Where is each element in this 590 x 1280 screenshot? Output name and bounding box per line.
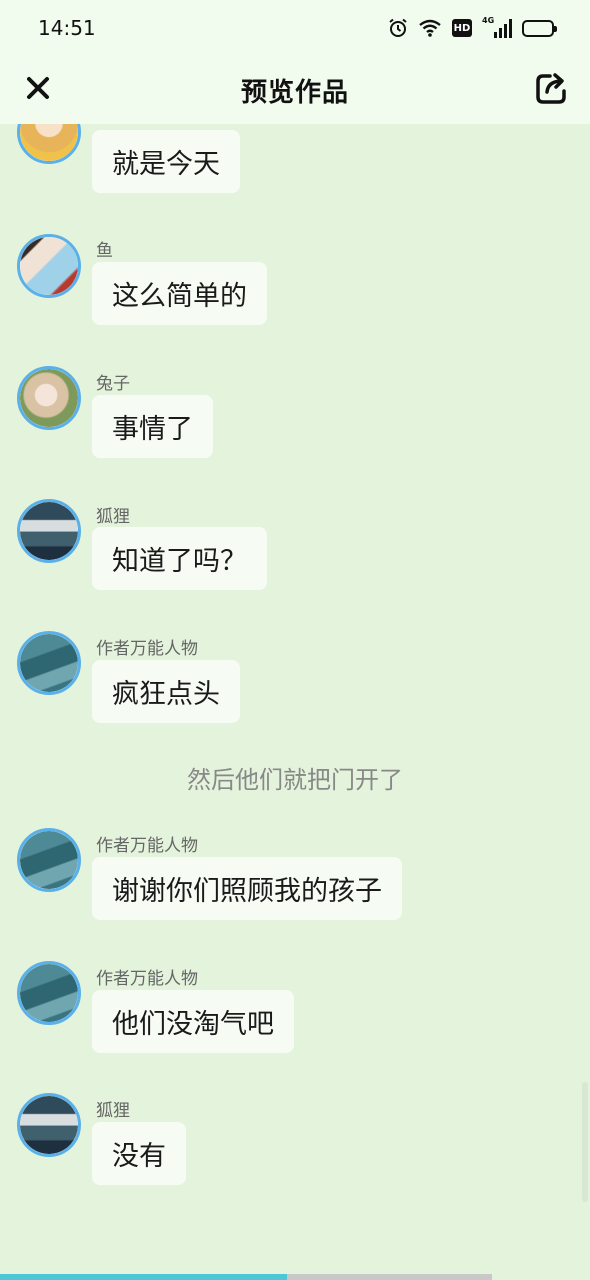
sender-name: 狐狸 xyxy=(96,1101,130,1121)
sender-name: 狐狸 xyxy=(96,507,130,527)
signal-4g-icon: 4G xyxy=(482,16,512,38)
avatar-fox[interactable] xyxy=(17,1093,81,1157)
close-button[interactable] xyxy=(20,70,56,106)
message-bubble[interactable]: 谢谢你们照顾我的孩子 xyxy=(92,857,402,920)
progress-fill xyxy=(0,1274,287,1280)
status-bar: 14:51 HD 4G xyxy=(0,0,590,56)
avatar-fox[interactable] xyxy=(17,499,81,563)
page-title: 预览作品 xyxy=(240,77,349,108)
message-bubble[interactable]: 事情了 xyxy=(92,395,213,458)
battery-icon xyxy=(522,19,557,37)
sender-name: 作者万能人物 xyxy=(96,639,198,659)
chat-list[interactable]: 就是今天 鱼 这么简单的 兔子 事情了 狐狸 知道了吗？ 作者万能人物 疯狂点头… xyxy=(0,124,590,1270)
playback-progress[interactable] xyxy=(0,1274,590,1280)
hd-icon: HD xyxy=(452,19,472,37)
top-app-bar: 预览作品 xyxy=(0,56,590,124)
message-bubble[interactable]: 疯狂点头 xyxy=(92,660,240,723)
scrollbar-thumb[interactable] xyxy=(582,1082,588,1202)
sender-name: 作者万能人物 xyxy=(96,836,198,856)
share-button[interactable] xyxy=(532,68,572,108)
progress-remaining xyxy=(287,1274,492,1280)
close-icon xyxy=(27,77,49,99)
wifi-icon xyxy=(418,18,442,38)
alarm-icon xyxy=(388,18,408,38)
avatar-author[interactable] xyxy=(17,961,81,1025)
message-bubble[interactable]: 知道了吗？ xyxy=(92,527,267,590)
message-bubble[interactable]: 就是今天 xyxy=(92,130,240,193)
message-bubble[interactable]: 他们没淘气吧 xyxy=(92,990,294,1053)
avatar-author[interactable] xyxy=(17,828,81,892)
avatar-rabbit[interactable] xyxy=(17,366,81,430)
sender-name: 鱼 xyxy=(96,241,113,261)
status-time: 14:51 xyxy=(38,16,96,40)
message-bubble[interactable]: 这么简单的 xyxy=(92,262,267,325)
narration-text: 然后他们就把门开了 xyxy=(187,766,403,794)
share-icon xyxy=(536,73,566,104)
avatar-author[interactable] xyxy=(17,631,81,695)
sender-name: 兔子 xyxy=(96,374,130,394)
status-icons: HD 4G xyxy=(388,16,557,38)
avatar-yellow[interactable] xyxy=(17,124,81,164)
sender-name: 作者万能人物 xyxy=(96,969,198,989)
message-bubble[interactable]: 没有 xyxy=(92,1122,186,1185)
avatar-fish[interactable] xyxy=(17,234,81,298)
